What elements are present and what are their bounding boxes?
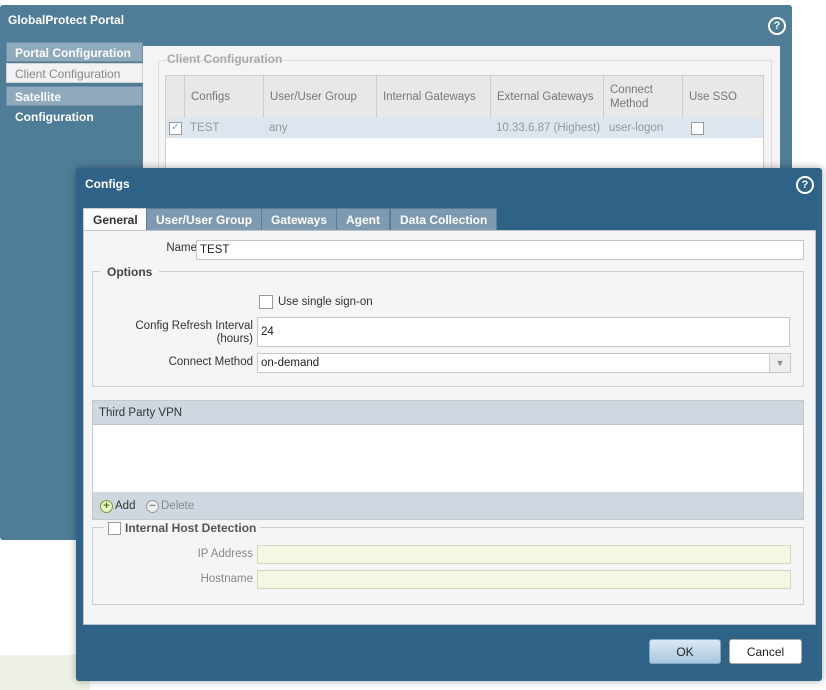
tab-gateways[interactable]: Gateways [261, 208, 338, 230]
third-party-vpn-header[interactable]: Third Party VPN [93, 401, 803, 425]
ip-address-field[interactable] [257, 545, 791, 564]
hostname-label: Hostname [200, 573, 253, 585]
cell-use-sso-checkbox[interactable] [691, 122, 704, 135]
config-refresh-interval-label-line2: (hours) [216, 333, 253, 345]
client-config-title: Client Configuration [167, 52, 283, 66]
dialog-title: Configs [85, 177, 130, 191]
add-icon[interactable]: + [100, 500, 113, 513]
internal-host-detection-checkbox[interactable] [108, 521, 121, 535]
help-icon[interactable]: ? [796, 176, 814, 194]
delete-button[interactable]: Delete [161, 500, 194, 512]
row-checkbox[interactable]: ✓ [169, 122, 182, 135]
table-header: Configs User/User Group Internal Gateway… [166, 76, 763, 119]
column-header-connect-method[interactable]: Connect Method [603, 76, 683, 118]
tab-data-collection[interactable]: Data Collection [390, 208, 498, 230]
connect-method-select[interactable]: on-demand ▼ [257, 353, 791, 373]
add-button[interactable]: Add [115, 500, 135, 512]
config-refresh-interval-label-line1: Config Refresh Interval [135, 320, 253, 332]
options-legend: Options [100, 265, 160, 279]
ip-address-label: IP Address [197, 548, 253, 560]
use-sso-label[interactable]: Use single sign-on [278, 296, 373, 308]
cell-user-group: any [269, 122, 288, 134]
grid-toolbar: + Add − Delete [93, 492, 803, 519]
cancel-button[interactable]: Cancel [729, 639, 802, 664]
internal-host-detection-fieldset [92, 527, 804, 605]
delete-icon: − [146, 500, 159, 513]
dialog-body: Name TEST Options Use single sign-on Con… [83, 230, 816, 625]
connect-method-label: Connect Method [168, 356, 253, 368]
column-header-user-group[interactable]: User/User Group [263, 76, 376, 118]
config-refresh-interval-label: Config Refresh Interval (hours) [135, 320, 253, 346]
configs-dialog: Configs ? General User/User Group Gatewa… [76, 168, 822, 681]
cell-internal-gateways [376, 118, 490, 138]
cell-configs: TEST [190, 122, 220, 134]
help-icon[interactable]: ? [768, 17, 786, 35]
connect-method-value: on-demand [261, 357, 320, 369]
third-party-vpn-grid: Third Party VPN + Add − Delete [92, 400, 804, 520]
portal-title: GlobalProtect Portal [8, 13, 125, 27]
use-sso-checkbox[interactable] [259, 295, 273, 309]
tab-general[interactable]: General [83, 208, 148, 232]
table-row[interactable]: ✓ TEST any 10.33.6.87 (Highest) user-log… [166, 118, 763, 138]
cell-external-gateways: 10.33.6.87 (Highest) [496, 122, 601, 134]
column-header-external-gateways[interactable]: External Gateways [490, 76, 603, 118]
column-header-use-sso[interactable]: Use SSO [682, 76, 762, 118]
nav-client-configuration[interactable]: Client Configuration [6, 63, 143, 83]
cell-connect-method: user-logon [609, 122, 664, 134]
tab-agent[interactable]: Agent [336, 208, 390, 230]
internal-host-detection-legend: Internal Host Detection [104, 521, 261, 535]
nav-satellite-configuration[interactable]: Satellite Configuration [6, 86, 143, 124]
chevron-down-icon[interactable]: ▼ [769, 354, 790, 372]
ok-button[interactable]: OK [649, 639, 721, 664]
internal-host-detection-label[interactable]: Internal Host Detection [125, 521, 256, 535]
config-refresh-interval-field[interactable]: 24 [257, 317, 790, 347]
name-label: Name [166, 242, 197, 254]
nav-portal-configuration[interactable]: Portal Configuration [6, 42, 143, 62]
tab-user-group[interactable]: User/User Group [146, 208, 263, 230]
column-header-internal-gateways[interactable]: Internal Gateways [376, 76, 490, 118]
column-header-configs[interactable]: Configs [184, 76, 264, 118]
name-field[interactable]: TEST [196, 240, 804, 260]
hostname-field[interactable] [257, 570, 791, 589]
